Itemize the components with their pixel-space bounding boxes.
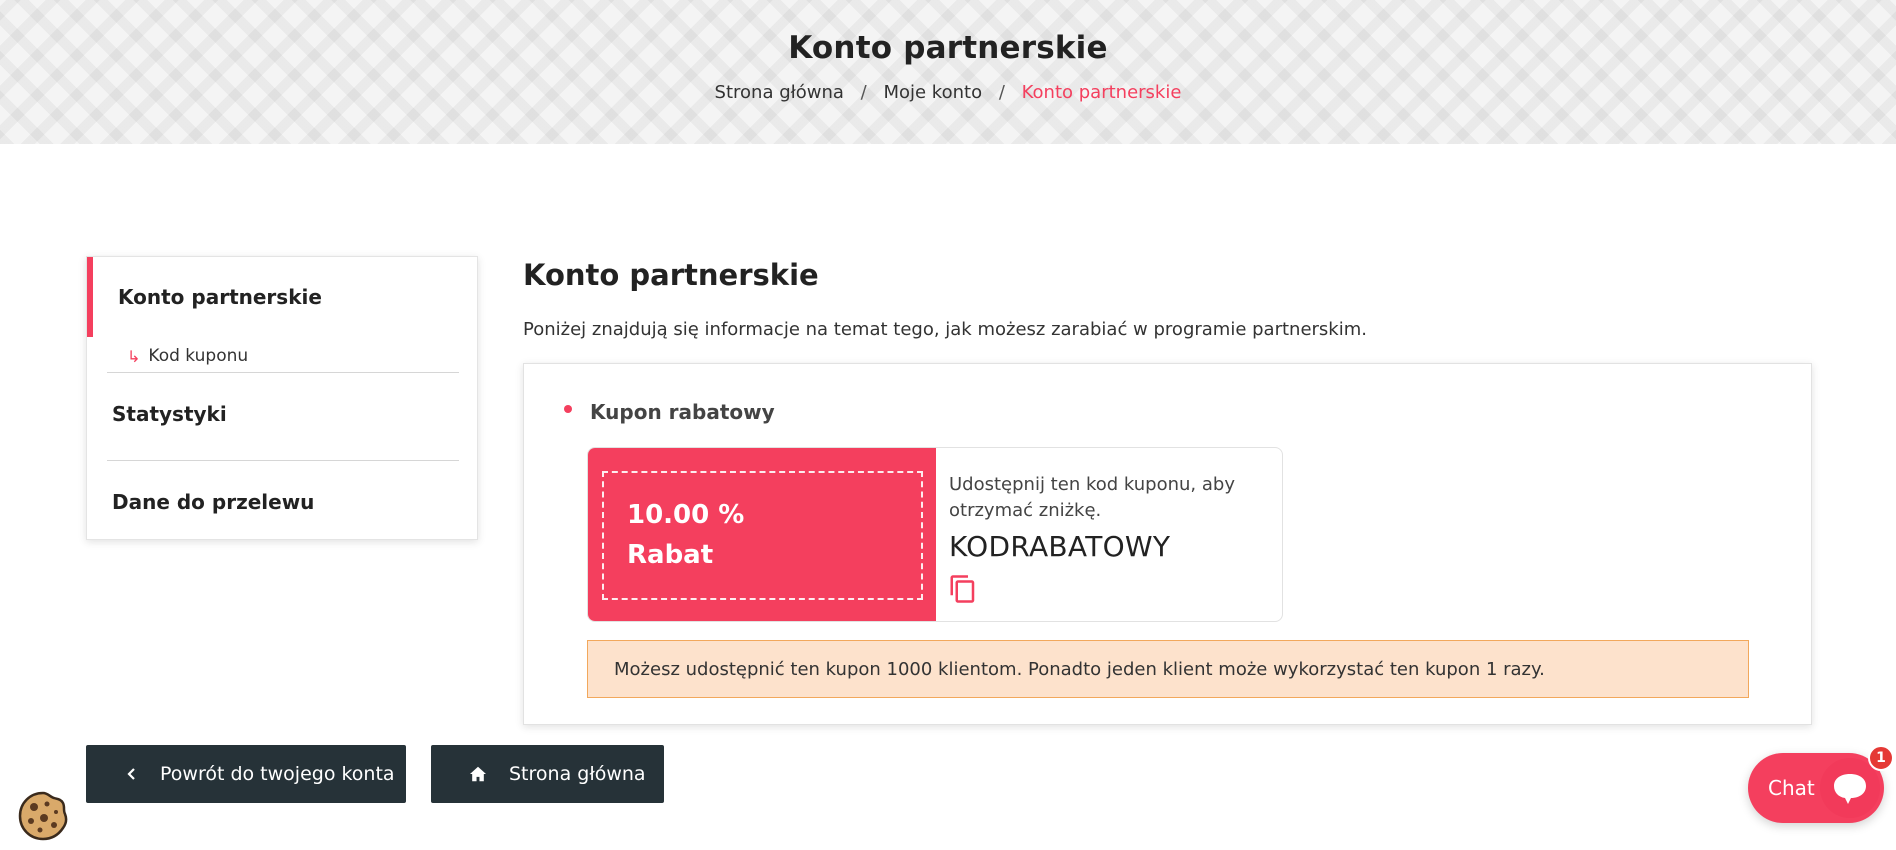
sidebar-item-partner-account[interactable]: Konto partnerskie	[87, 257, 479, 337]
home-icon	[469, 766, 487, 782]
back-button-label: Powrót do twojego konta	[160, 763, 395, 785]
back-to-account-button[interactable]: Powrót do twojego konta	[86, 745, 406, 803]
breadcrumb-separator: /	[998, 82, 1005, 103]
cookie-settings-icon[interactable]	[17, 790, 69, 842]
sidebar-subitem-coupon-code[interactable]: ↳ Kod kuponu	[127, 340, 248, 372]
coupon-share-info: Udostępnij ten kod kuponu, aby otrzymać …	[949, 474, 1235, 521]
breadcrumb-separator: /	[860, 82, 867, 103]
chat-unread-badge: 1	[1868, 745, 1894, 771]
active-indicator	[87, 257, 93, 337]
section-title: Konto partnerskie	[523, 258, 819, 292]
coupon-heading: Kupon rabatowy	[564, 400, 775, 424]
coupon-code: KODRABATOWY	[949, 530, 1171, 563]
chat-widget-button[interactable]: Chat 1	[1748, 745, 1894, 823]
page-title: Konto partnerskie	[788, 30, 1108, 66]
sub-arrow-icon: ↳	[127, 346, 141, 366]
coupon-panel: Kupon rabatowy 10.00 % Rabat Udostępnij …	[523, 363, 1812, 725]
breadcrumb: Strona główna / Moje konto / Konto partn…	[0, 82, 1896, 103]
discount-label: Rabat	[627, 540, 714, 570]
coupon-card: 10.00 % Rabat Udostępnij ten kod kuponu,…	[587, 447, 1283, 622]
breadcrumb-home-link[interactable]: Strona główna	[715, 82, 844, 103]
discount-value: 10.00 %	[627, 500, 745, 530]
copy-icon[interactable]	[948, 574, 978, 604]
sidebar-item-statistics[interactable]: Statystyki	[112, 402, 227, 426]
sidebar-subitem-label: Kod kuponu	[148, 346, 249, 366]
chevron-left-icon	[126, 767, 138, 781]
divider	[107, 372, 459, 373]
breadcrumb-current: Konto partnerskie	[1021, 82, 1182, 103]
sidebar-item-transfer-details[interactable]: Dane do przelewu	[112, 490, 314, 514]
sidebar-item-label: Konto partnerskie	[118, 285, 322, 309]
breadcrumb-account-link[interactable]: Moje konto	[883, 82, 982, 103]
section-description: Poniżej znajdują się informacje na temat…	[523, 319, 1367, 340]
bullet-icon	[564, 405, 572, 413]
coupon-usage-notice: Możesz udostępnić ten kupon 1000 kliento…	[587, 640, 1749, 698]
divider	[107, 460, 459, 461]
coupon-dashed-border	[602, 471, 923, 600]
coupon-heading-label: Kupon rabatowy	[590, 400, 775, 424]
home-button[interactable]: Strona główna	[431, 745, 664, 803]
page-header-banner: Konto partnerskie Strona główna / Moje k…	[0, 0, 1896, 144]
coupon-details: Udostępnij ten kod kuponu, aby otrzymać …	[949, 472, 1269, 563]
chat-label: Chat	[1768, 776, 1815, 800]
home-button-label: Strona główna	[509, 763, 646, 785]
coupon-discount-block: 10.00 % Rabat	[588, 448, 936, 621]
account-sidebar: Konto partnerskie ↳ Kod kuponu Statystyk…	[86, 256, 478, 540]
